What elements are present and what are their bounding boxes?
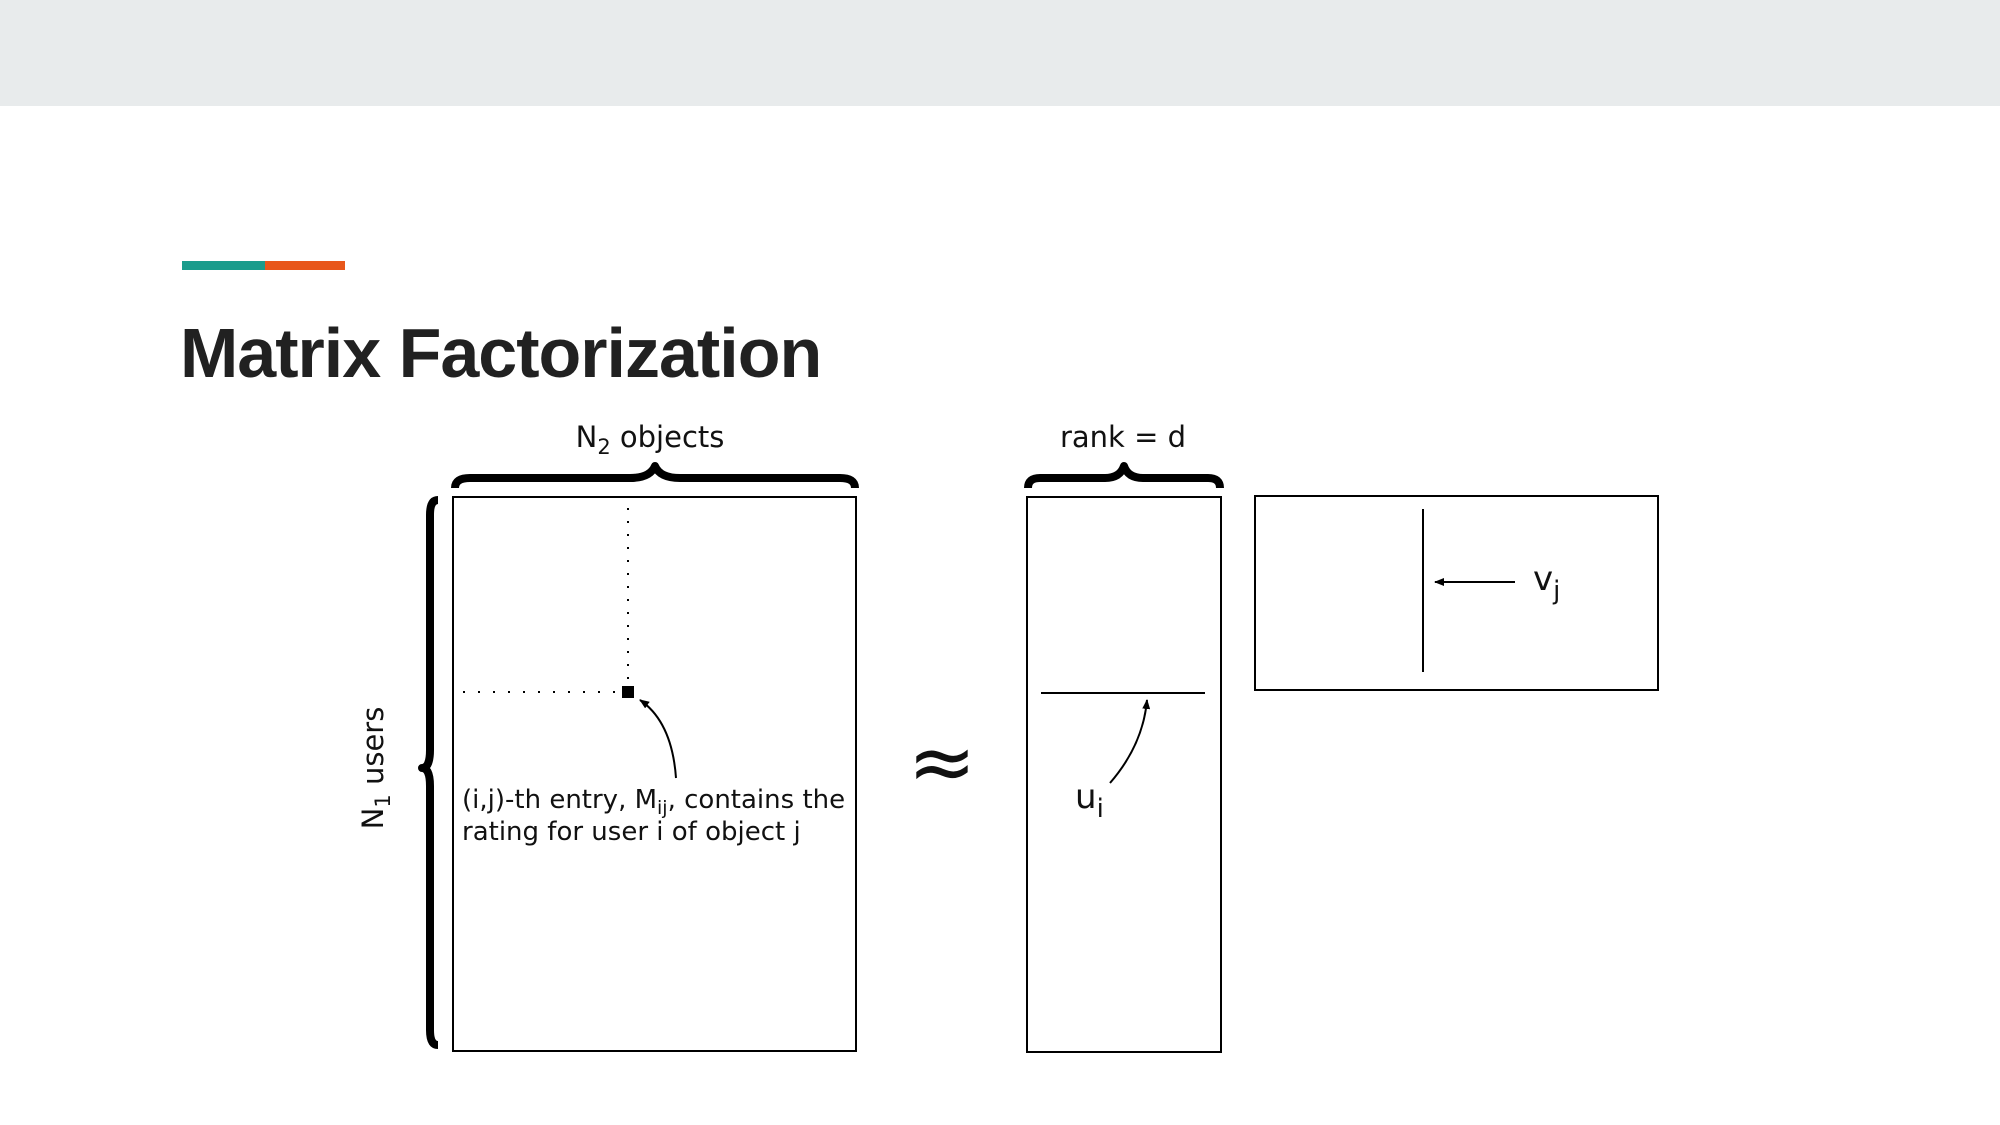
rank-label: rank = d xyxy=(1060,420,1186,454)
u-pointer-arrow xyxy=(1109,699,1151,784)
object-factor-matrix xyxy=(1254,495,1659,691)
entry-caption-line-1: (i,j)-th entry, Mij, contains the xyxy=(462,785,845,819)
top-brace-label: N2 objects xyxy=(576,420,725,459)
entry-caption-line-2: rating for user i of object j xyxy=(462,817,801,847)
matrix-factorization-diagram: N2 objects N1 users (i,j)-th entry, Mij,… xyxy=(356,420,1659,1053)
user-factor-matrix xyxy=(1026,496,1222,1053)
side-brace xyxy=(418,496,439,1049)
rating-matrix xyxy=(452,496,857,1052)
rank-brace xyxy=(1024,462,1224,489)
matrix-entry-marker xyxy=(622,686,634,698)
top-brace xyxy=(451,462,859,489)
v-label: vj xyxy=(1533,559,1560,606)
approx-symbol: ≈ xyxy=(908,715,977,810)
u-label: ui xyxy=(1075,777,1104,824)
side-brace-label: N1 users xyxy=(356,707,395,830)
entry-pointer-arrow xyxy=(639,699,677,779)
